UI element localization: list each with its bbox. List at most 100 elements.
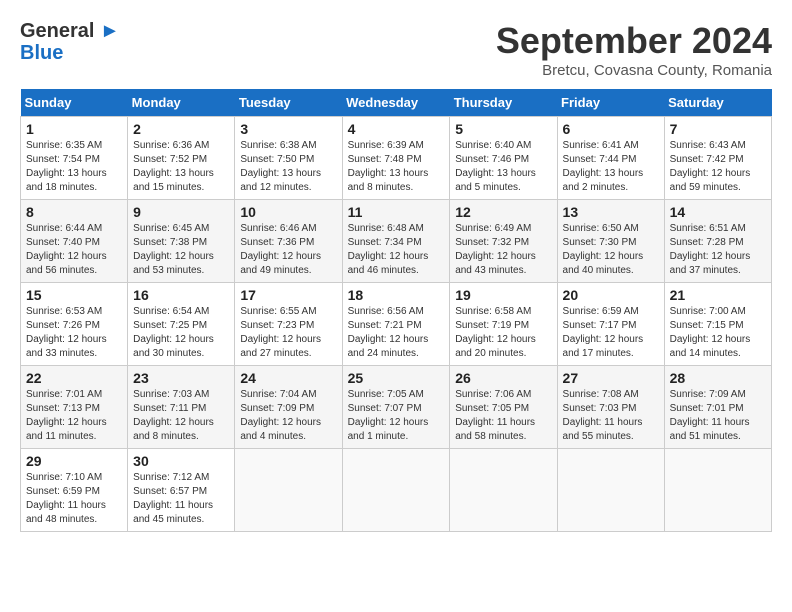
day-info: Sunrise: 6:49 AM Sunset: 7:32 PM Dayligh… xyxy=(455,222,551,278)
calendar-cell: 18 Sunrise: 6:56 AM Sunset: 7:21 PM Dayl… xyxy=(342,283,450,366)
day-info: Sunrise: 7:12 AM Sunset: 6:57 PM Dayligh… xyxy=(133,471,229,527)
day-number: 12 xyxy=(455,204,551,220)
col-monday: Monday xyxy=(128,89,235,117)
day-info: Sunrise: 7:01 AM Sunset: 7:13 PM Dayligh… xyxy=(26,388,122,444)
location-subtitle: Bretcu, Covasna County, Romania xyxy=(496,62,772,79)
calendar-cell xyxy=(450,449,557,532)
day-info: Sunrise: 6:44 AM Sunset: 7:40 PM Dayligh… xyxy=(26,222,122,278)
day-info: Sunrise: 6:39 AM Sunset: 7:48 PM Dayligh… xyxy=(348,139,445,195)
day-info: Sunrise: 6:54 AM Sunset: 7:25 PM Dayligh… xyxy=(133,305,229,361)
day-info: Sunrise: 6:58 AM Sunset: 7:19 PM Dayligh… xyxy=(455,305,551,361)
day-number: 5 xyxy=(455,121,551,137)
day-number: 13 xyxy=(563,204,659,220)
calendar-cell: 1 Sunrise: 6:35 AM Sunset: 7:54 PM Dayli… xyxy=(21,117,128,200)
calendar-cell: 19 Sunrise: 6:58 AM Sunset: 7:19 PM Dayl… xyxy=(450,283,557,366)
day-number: 11 xyxy=(348,204,445,220)
calendar-cell: 14 Sunrise: 6:51 AM Sunset: 7:28 PM Dayl… xyxy=(664,200,771,283)
col-sunday: Sunday xyxy=(21,89,128,117)
day-number: 28 xyxy=(670,370,766,386)
day-info: Sunrise: 6:48 AM Sunset: 7:34 PM Dayligh… xyxy=(348,222,445,278)
day-info: Sunrise: 6:41 AM Sunset: 7:44 PM Dayligh… xyxy=(563,139,659,195)
calendar-cell: 5 Sunrise: 6:40 AM Sunset: 7:46 PM Dayli… xyxy=(450,117,557,200)
day-number: 6 xyxy=(563,121,659,137)
col-friday: Friday xyxy=(557,89,664,117)
day-number: 20 xyxy=(563,287,659,303)
day-info: Sunrise: 6:40 AM Sunset: 7:46 PM Dayligh… xyxy=(455,139,551,195)
calendar-cell: 8 Sunrise: 6:44 AM Sunset: 7:40 PM Dayli… xyxy=(21,200,128,283)
day-info: Sunrise: 6:35 AM Sunset: 7:54 PM Dayligh… xyxy=(26,139,122,195)
calendar-cell: 7 Sunrise: 6:43 AM Sunset: 7:42 PM Dayli… xyxy=(664,117,771,200)
col-thursday: Thursday xyxy=(450,89,557,117)
calendar-cell: 6 Sunrise: 6:41 AM Sunset: 7:44 PM Dayli… xyxy=(557,117,664,200)
day-info: Sunrise: 6:50 AM Sunset: 7:30 PM Dayligh… xyxy=(563,222,659,278)
day-info: Sunrise: 6:51 AM Sunset: 7:28 PM Dayligh… xyxy=(670,222,766,278)
day-info: Sunrise: 6:55 AM Sunset: 7:23 PM Dayligh… xyxy=(240,305,336,361)
calendar-cell: 13 Sunrise: 6:50 AM Sunset: 7:30 PM Dayl… xyxy=(557,200,664,283)
calendar-cell xyxy=(557,449,664,532)
day-info: Sunrise: 6:46 AM Sunset: 7:36 PM Dayligh… xyxy=(240,222,336,278)
day-number: 17 xyxy=(240,287,336,303)
day-info: Sunrise: 7:00 AM Sunset: 7:15 PM Dayligh… xyxy=(670,305,766,361)
day-info: Sunrise: 6:56 AM Sunset: 7:21 PM Dayligh… xyxy=(348,305,445,361)
day-number: 22 xyxy=(26,370,122,386)
day-info: Sunrise: 7:03 AM Sunset: 7:11 PM Dayligh… xyxy=(133,388,229,444)
col-tuesday: Tuesday xyxy=(235,89,342,117)
day-number: 4 xyxy=(348,121,445,137)
calendar-cell: 22 Sunrise: 7:01 AM Sunset: 7:13 PM Dayl… xyxy=(21,366,128,449)
day-info: Sunrise: 6:59 AM Sunset: 7:17 PM Dayligh… xyxy=(563,305,659,361)
calendar-week-row: 8 Sunrise: 6:44 AM Sunset: 7:40 PM Dayli… xyxy=(21,200,772,283)
calendar-cell: 2 Sunrise: 6:36 AM Sunset: 7:52 PM Dayli… xyxy=(128,117,235,200)
day-number: 3 xyxy=(240,121,336,137)
calendar-cell: 20 Sunrise: 6:59 AM Sunset: 7:17 PM Dayl… xyxy=(557,283,664,366)
day-number: 19 xyxy=(455,287,551,303)
calendar-cell: 4 Sunrise: 6:39 AM Sunset: 7:48 PM Dayli… xyxy=(342,117,450,200)
calendar-cell: 3 Sunrise: 6:38 AM Sunset: 7:50 PM Dayli… xyxy=(235,117,342,200)
page-header: General ► Blue September 2024 Bretcu, Co… xyxy=(20,20,772,79)
day-number: 29 xyxy=(26,453,122,469)
day-info: Sunrise: 6:43 AM Sunset: 7:42 PM Dayligh… xyxy=(670,139,766,195)
calendar-cell: 9 Sunrise: 6:45 AM Sunset: 7:38 PM Dayli… xyxy=(128,200,235,283)
calendar-cell: 26 Sunrise: 7:06 AM Sunset: 7:05 PM Dayl… xyxy=(450,366,557,449)
calendar-header-row: Sunday Monday Tuesday Wednesday Thursday… xyxy=(21,89,772,117)
day-number: 15 xyxy=(26,287,122,303)
day-info: Sunrise: 6:45 AM Sunset: 7:38 PM Dayligh… xyxy=(133,222,229,278)
day-info: Sunrise: 7:05 AM Sunset: 7:07 PM Dayligh… xyxy=(348,388,445,444)
calendar-cell xyxy=(664,449,771,532)
calendar-cell: 23 Sunrise: 7:03 AM Sunset: 7:11 PM Dayl… xyxy=(128,366,235,449)
calendar-week-row: 15 Sunrise: 6:53 AM Sunset: 7:26 PM Dayl… xyxy=(21,283,772,366)
day-number: 24 xyxy=(240,370,336,386)
day-number: 14 xyxy=(670,204,766,220)
day-info: Sunrise: 6:38 AM Sunset: 7:50 PM Dayligh… xyxy=(240,139,336,195)
day-number: 7 xyxy=(670,121,766,137)
day-number: 18 xyxy=(348,287,445,303)
day-number: 27 xyxy=(563,370,659,386)
calendar-cell: 17 Sunrise: 6:55 AM Sunset: 7:23 PM Dayl… xyxy=(235,283,342,366)
day-number: 10 xyxy=(240,204,336,220)
calendar-cell: 30 Sunrise: 7:12 AM Sunset: 6:57 PM Dayl… xyxy=(128,449,235,532)
calendar-cell: 10 Sunrise: 6:46 AM Sunset: 7:36 PM Dayl… xyxy=(235,200,342,283)
day-number: 21 xyxy=(670,287,766,303)
calendar-week-row: 29 Sunrise: 7:10 AM Sunset: 6:59 PM Dayl… xyxy=(21,449,772,532)
logo: General ► Blue xyxy=(20,20,120,64)
month-title: September 2024 xyxy=(496,20,772,62)
day-info: Sunrise: 7:06 AM Sunset: 7:05 PM Dayligh… xyxy=(455,388,551,444)
calendar-cell: 16 Sunrise: 6:54 AM Sunset: 7:25 PM Dayl… xyxy=(128,283,235,366)
day-number: 25 xyxy=(348,370,445,386)
calendar-cell: 27 Sunrise: 7:08 AM Sunset: 7:03 PM Dayl… xyxy=(557,366,664,449)
calendar-cell: 11 Sunrise: 6:48 AM Sunset: 7:34 PM Dayl… xyxy=(342,200,450,283)
day-info: Sunrise: 7:04 AM Sunset: 7:09 PM Dayligh… xyxy=(240,388,336,444)
day-number: 1 xyxy=(26,121,122,137)
calendar-cell xyxy=(342,449,450,532)
calendar-cell: 28 Sunrise: 7:09 AM Sunset: 7:01 PM Dayl… xyxy=(664,366,771,449)
title-block: September 2024 Bretcu, Covasna County, R… xyxy=(496,20,772,79)
day-number: 9 xyxy=(133,204,229,220)
col-saturday: Saturday xyxy=(664,89,771,117)
calendar-cell: 29 Sunrise: 7:10 AM Sunset: 6:59 PM Dayl… xyxy=(21,449,128,532)
day-number: 2 xyxy=(133,121,229,137)
calendar-cell: 24 Sunrise: 7:04 AM Sunset: 7:09 PM Dayl… xyxy=(235,366,342,449)
day-info: Sunrise: 6:53 AM Sunset: 7:26 PM Dayligh… xyxy=(26,305,122,361)
day-info: Sunrise: 7:10 AM Sunset: 6:59 PM Dayligh… xyxy=(26,471,122,527)
day-number: 30 xyxy=(133,453,229,469)
col-wednesday: Wednesday xyxy=(342,89,450,117)
day-info: Sunrise: 7:08 AM Sunset: 7:03 PM Dayligh… xyxy=(563,388,659,444)
